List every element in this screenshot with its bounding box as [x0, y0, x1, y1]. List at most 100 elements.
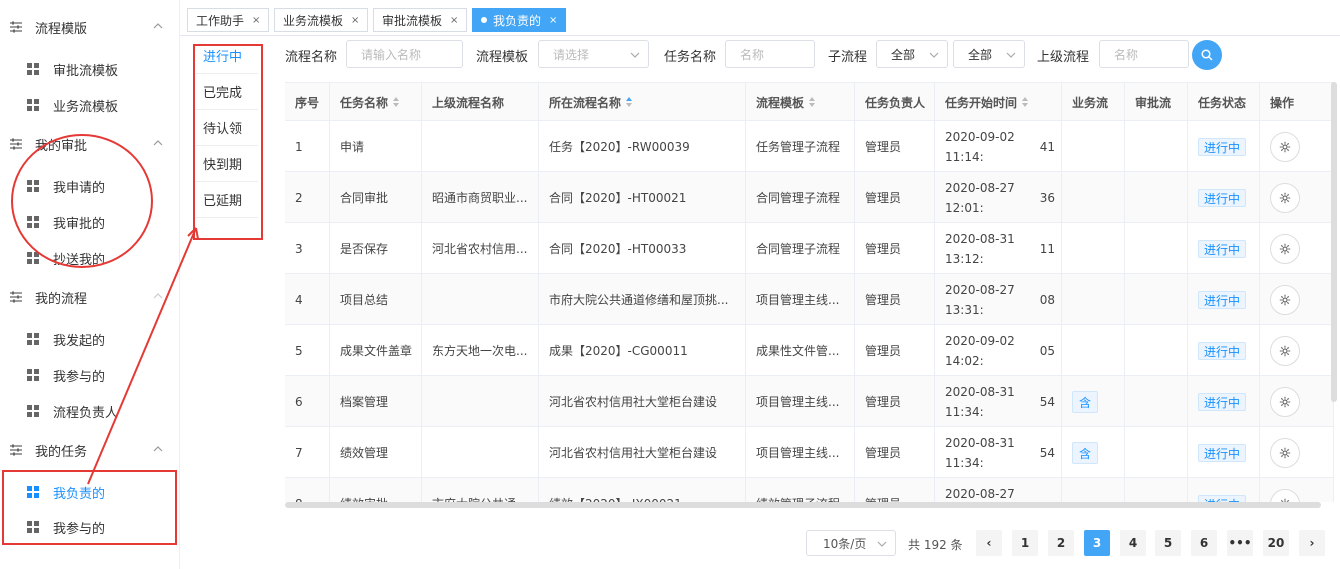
sidebar-item-process-owner[interactable]: 流程负责人 — [0, 396, 180, 426]
prev-page-button[interactable]: ‹ — [976, 530, 1002, 556]
col-header-process[interactable]: 所在流程名称 — [539, 83, 746, 121]
cell-task: 申请 — [330, 121, 422, 172]
chevron-down-icon — [1006, 52, 1016, 58]
cell-process: 合同【2020】-HT00021 — [539, 172, 746, 223]
sidebar-group-label: 我的任务 — [35, 444, 88, 460]
sidebar-item-participated[interactable]: 我参与的 — [0, 360, 180, 390]
settings-button[interactable] — [1270, 335, 1300, 366]
sliders-icon — [10, 138, 22, 150]
settings-button[interactable] — [1270, 284, 1300, 315]
tab-label: 我负责的 — [493, 13, 542, 28]
status-badge: 进行中 — [1198, 290, 1247, 309]
cell-task: 是否保存 — [330, 223, 422, 274]
col-header-template[interactable]: 流程模板 — [746, 83, 855, 121]
cell-approval — [1125, 121, 1188, 172]
page-button[interactable]: 1 — [1012, 530, 1038, 556]
page-size-select[interactable]: 10条/页 — [806, 530, 896, 556]
search-icon — [1201, 49, 1213, 61]
task-name-input[interactable]: 名称 — [725, 40, 815, 68]
sidebar-item-business-template[interactable]: 业务流模板 — [0, 90, 180, 120]
subprocess-select-1[interactable]: 全部 — [876, 40, 948, 68]
cell-process: 河北省农村信用社大堂柜台建设 — [539, 427, 746, 478]
settings-button[interactable] — [1270, 233, 1300, 264]
table-row[interactable]: 6 档案管理 河北省农村信用社大堂柜台建设 项目管理主线... 管理员 2020-08-3… — [285, 376, 1334, 427]
process-name-input[interactable]: 请输入名称 — [346, 40, 463, 68]
cell-process: 河北省农村信用社大堂柜台建设 — [539, 376, 746, 427]
cell-biz: 含 — [1062, 376, 1125, 427]
sidebar-group-approvals[interactable]: 我的审批 — [0, 129, 180, 159]
settings-button[interactable] — [1270, 131, 1300, 162]
horizontal-scrollbar[interactable] — [285, 502, 1321, 508]
table-row[interactable]: 8绩效审批市府大院公共通...绩效【2020】-JX00021绩效管理子流程管理… — [285, 478, 1334, 502]
vertical-scrollbar[interactable] — [1331, 82, 1337, 402]
grid-icon — [27, 99, 39, 111]
table-row[interactable]: 2 合同审批 昭通市商贸职业... 合同【2020】-HT00021 合同管理子流程 管理… — [285, 172, 1334, 223]
next-page-button[interactable]: › — [1299, 530, 1325, 556]
table-row[interactable]: 1 申请 任务【2020】-RW00039 任务管理子流程 管理员 2020-09-02 … — [285, 121, 1334, 172]
table-row[interactable]: 7 绩效管理 河北省农村信用社大堂柜台建设 项目管理主线... 管理员 2020-08-3… — [285, 427, 1334, 478]
table-row[interactable]: 5 成果文件盖章 东方天地一次电... 成果【2020】-CG00011 成果性文件管.… — [285, 325, 1334, 376]
page-button[interactable]: 3 — [1084, 530, 1110, 556]
cell-template: 任务管理子流程 — [746, 121, 855, 172]
grid-icon — [27, 405, 39, 417]
template-select[interactable]: 请选择 — [538, 40, 649, 68]
sliders-icon — [10, 21, 22, 33]
cell-action — [1260, 376, 1334, 427]
sidebar-group-tasks[interactable]: 我的任务 — [0, 435, 180, 465]
sidebar-item-label: 流程负责人 — [53, 405, 119, 421]
subprocess-value: 全部 — [968, 47, 993, 62]
page-ellipsis-button[interactable]: ••• — [1227, 530, 1253, 556]
tab-my-responsible[interactable]: 我负责的 × — [472, 8, 567, 32]
subprocess-select-2[interactable]: 全部 — [953, 40, 1025, 68]
sidebar-item-approval-template[interactable]: 审批流模板 — [0, 54, 180, 84]
sidebar-item-my-approvals[interactable]: 我审批的 — [0, 207, 180, 237]
sidebar-group-processes[interactable]: 我的流程 — [0, 282, 180, 312]
cell-biz — [1062, 223, 1125, 274]
close-icon[interactable]: × — [549, 15, 557, 26]
page-button[interactable]: 5 — [1155, 530, 1181, 556]
biz-badge[interactable]: 含 — [1072, 390, 1099, 413]
close-icon[interactable]: × — [351, 15, 359, 26]
sort-icon — [809, 97, 816, 107]
table-row[interactable]: 3 是否保存 河北省农村信用... 合同【2020】-HT00033 合同管理子流程 管理… — [285, 223, 1334, 274]
chevron-up-icon — [153, 446, 163, 452]
col-header-task[interactable]: 任务名称 — [330, 83, 422, 121]
cell-action — [1260, 121, 1334, 172]
cell-status: 进行中 — [1188, 376, 1260, 427]
cell-process: 合同【2020】-HT00033 — [539, 223, 746, 274]
sidebar-item-cc-me[interactable]: 抄送我的 — [0, 243, 180, 273]
settings-button[interactable] — [1270, 386, 1300, 417]
gear-icon — [1279, 294, 1291, 305]
start-time-line2: 41 — [1039, 139, 1055, 154]
cell-task: 成果文件盖章 — [330, 325, 422, 376]
page-button[interactable]: 20 — [1263, 530, 1289, 556]
sliders-icon — [10, 291, 22, 303]
close-icon[interactable]: × — [252, 15, 260, 26]
sidebar-item-label: 审批流模板 — [53, 63, 119, 79]
table-row[interactable]: 4 项目总结 市府大院公共通道修缮和屋顶挑... 项目管理主线... 管理员 2020-0… — [285, 274, 1334, 325]
tab-work-assistant[interactable]: 工作助手 × — [187, 8, 270, 32]
settings-button[interactable] — [1270, 488, 1300, 502]
gear-icon — [1279, 345, 1291, 356]
sidebar-item-my-applications[interactable]: 我申请的 — [0, 171, 180, 201]
chevron-up-icon — [153, 140, 163, 146]
settings-button[interactable] — [1270, 437, 1300, 468]
biz-badge[interactable]: 含 — [1072, 441, 1099, 464]
cell-parent — [422, 121, 539, 172]
page-button[interactable]: 6 — [1191, 530, 1217, 556]
page-button[interactable]: 4 — [1120, 530, 1146, 556]
settings-button[interactable] — [1270, 182, 1300, 213]
sidebar-group-templates[interactable]: 流程模版 — [0, 12, 180, 42]
cell-template: 项目管理主线... — [746, 427, 855, 478]
sort-asc-icon — [626, 97, 633, 107]
tab-approval-template[interactable]: 审批流模板 × — [373, 8, 468, 32]
close-icon[interactable]: × — [450, 15, 458, 26]
page-button[interactable]: 2 — [1048, 530, 1074, 556]
search-button[interactable] — [1192, 40, 1222, 70]
cell-parent: 河北省农村信用... — [422, 223, 539, 274]
parent-process-input[interactable]: 名称 — [1099, 40, 1189, 68]
col-header-no: 序号 — [285, 83, 330, 121]
tab-business-template[interactable]: 业务流模板 × — [274, 8, 369, 32]
col-header-start[interactable]: 任务开始时间 — [935, 83, 1062, 121]
sidebar-item-initiated[interactable]: 我发起的 — [0, 324, 180, 354]
